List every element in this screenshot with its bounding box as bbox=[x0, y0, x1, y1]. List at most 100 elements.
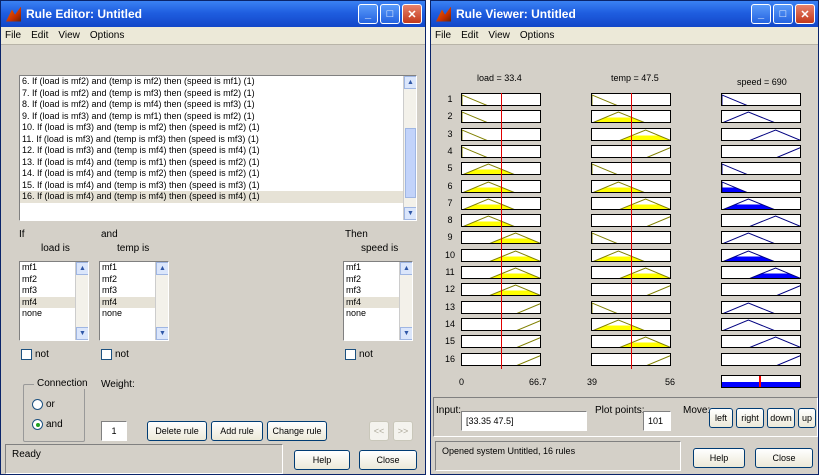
rule-item[interactable]: 10. If (load is mf3) and (temp is mf2) t… bbox=[20, 122, 416, 134]
or-radio[interactable]: or bbox=[32, 399, 55, 410]
matlab-icon bbox=[6, 6, 21, 22]
rule-item[interactable]: 9. If (load is mf3) and (temp is mf1) th… bbox=[20, 111, 416, 123]
rule-list-scrollbar[interactable]: ▲ ▼ bbox=[403, 76, 416, 220]
help-button[interactable]: Help bbox=[693, 448, 745, 468]
temp-axis-min: 39 bbox=[587, 377, 598, 387]
weight-input[interactable]: 1 bbox=[101, 421, 127, 441]
minimize-button[interactable]: _ bbox=[358, 4, 378, 24]
and-radio[interactable]: and bbox=[32, 419, 63, 430]
checkbox-icon bbox=[345, 349, 356, 360]
close-window-button[interactable]: ✕ bbox=[795, 4, 815, 24]
change-rule-button[interactable]: Change rule bbox=[267, 421, 327, 441]
rule-number: 14 bbox=[445, 318, 456, 329]
mf-curve bbox=[749, 215, 800, 227]
or-label: or bbox=[46, 399, 55, 410]
help-button[interactable]: Help bbox=[294, 450, 350, 470]
scroll-down-icon[interactable]: ▼ bbox=[400, 327, 412, 340]
rule-number: 11 bbox=[445, 267, 455, 277]
speed-mf-cell bbox=[721, 162, 801, 176]
rule-item[interactable]: 12. If (load is mf3) and (temp is mf4) t… bbox=[20, 145, 416, 157]
temp-mf-list[interactable]: mf1 mf2 mf3 mf4 none ▲ ▼ bbox=[99, 261, 169, 341]
rule-editor-titlebar[interactable]: Rule Editor: Untitled _ □ ✕ bbox=[1, 1, 425, 27]
firing-fill bbox=[722, 187, 746, 192]
rule-item[interactable]: 13. If (load is mf4) and (temp is mf1) t… bbox=[20, 157, 416, 169]
move-down-button[interactable]: down bbox=[767, 408, 795, 428]
scroll-up-icon[interactable]: ▲ bbox=[400, 262, 412, 275]
maximize-button[interactable]: □ bbox=[773, 4, 793, 24]
delete-rule-button[interactable]: Delete rule bbox=[147, 421, 207, 441]
load-not-checkbox[interactable]: not bbox=[21, 349, 49, 360]
menu-edit[interactable]: Edit bbox=[31, 30, 48, 41]
mf-curve bbox=[749, 129, 800, 140]
speed-mf-cell bbox=[721, 144, 801, 158]
scroll-thumb[interactable] bbox=[405, 128, 416, 198]
status-bar: Ready bbox=[5, 444, 283, 474]
mf-curve bbox=[516, 354, 540, 365]
scroll-down-icon[interactable]: ▼ bbox=[76, 327, 88, 340]
speed-not-checkbox[interactable]: not bbox=[345, 349, 373, 360]
previous-rule-button[interactable]: << bbox=[369, 421, 389, 441]
menu-file[interactable]: File bbox=[435, 30, 451, 41]
rule-lines: 6. If (load is mf2) and (temp is mf2) th… bbox=[20, 76, 416, 203]
temp-is-label: temp is bbox=[117, 243, 150, 254]
mf-curve bbox=[723, 302, 775, 313]
load-axis-min: 0 bbox=[459, 377, 465, 387]
menu-edit[interactable]: Edit bbox=[461, 30, 478, 41]
load-list-scrollbar[interactable]: ▲ ▼ bbox=[75, 262, 88, 340]
rule-item[interactable]: 14. If (load is mf4) and (temp is mf2) t… bbox=[20, 168, 416, 180]
rule-item[interactable]: 11. If (load is mf3) and (temp is mf3) t… bbox=[20, 134, 416, 146]
speed-output-indicator bbox=[759, 376, 761, 387]
plot-points-input[interactable]: 101 bbox=[643, 411, 671, 431]
input-field[interactable]: [33.35 47.5] bbox=[461, 411, 587, 431]
scroll-up-icon[interactable]: ▲ bbox=[404, 76, 416, 89]
next-rule-button[interactable]: >> bbox=[393, 421, 413, 441]
maximize-button[interactable]: □ bbox=[380, 4, 400, 24]
rule-viewer-titlebar[interactable]: Rule Viewer: Untitled _ □ ✕ bbox=[431, 1, 818, 27]
scroll-down-icon[interactable]: ▼ bbox=[404, 207, 416, 220]
scroll-up-icon[interactable]: ▲ bbox=[156, 262, 168, 275]
temp-input-line[interactable] bbox=[631, 93, 632, 369]
close-button[interactable]: Close bbox=[755, 448, 813, 468]
menu-options[interactable]: Options bbox=[520, 30, 554, 41]
rule-item[interactable]: 15. If (load is mf4) and (temp is mf3) t… bbox=[20, 180, 416, 192]
rule-item[interactable]: 6. If (load is mf2) and (temp is mf2) th… bbox=[20, 76, 416, 88]
speed-mf-cell bbox=[721, 266, 801, 279]
rule-number: 12 bbox=[445, 284, 456, 295]
mf-curve bbox=[516, 320, 540, 330]
not-label: not bbox=[359, 349, 373, 360]
minimize-button[interactable]: _ bbox=[751, 4, 771, 24]
mf-curve bbox=[723, 319, 775, 330]
speed-mf-cell-plot bbox=[776, 285, 800, 296]
close-window-button[interactable]: ✕ bbox=[402, 4, 422, 24]
temp-not-checkbox[interactable]: not bbox=[101, 349, 129, 360]
close-button[interactable]: Close bbox=[359, 450, 417, 470]
load-input-line[interactable] bbox=[501, 93, 503, 369]
speed-mf-cell-plot bbox=[723, 232, 775, 244]
scroll-down-icon[interactable]: ▼ bbox=[156, 327, 168, 340]
rule-item[interactable]: 7. If (load is mf2) and (temp is mf3) th… bbox=[20, 88, 416, 100]
load-mf-list[interactable]: mf1 mf2 mf3 mf4 none ▲ ▼ bbox=[19, 261, 89, 341]
menu-view[interactable]: View bbox=[58, 30, 80, 41]
menu-options[interactable]: Options bbox=[90, 30, 124, 41]
rule-item[interactable]: 16. If (load is mf4) and (temp is mf4) t… bbox=[20, 191, 416, 203]
menu-view[interactable]: View bbox=[488, 30, 510, 41]
temp-list-scrollbar[interactable]: ▲ ▼ bbox=[155, 262, 168, 340]
mf-curve bbox=[462, 129, 488, 140]
mf-curve bbox=[646, 216, 670, 227]
add-rule-button[interactable]: Add rule bbox=[211, 421, 263, 441]
speed-mf-cell bbox=[721, 93, 801, 106]
rule-list[interactable]: 6. If (load is mf2) and (temp is mf2) th… bbox=[19, 75, 417, 221]
firing-fill bbox=[750, 273, 800, 278]
matlab-icon bbox=[436, 6, 451, 22]
move-up-button[interactable]: up bbox=[798, 408, 816, 428]
speed-mf-cell bbox=[721, 283, 801, 297]
move-right-button[interactable]: right bbox=[736, 408, 764, 428]
speed-list-scrollbar[interactable]: ▲ ▼ bbox=[399, 262, 412, 340]
speed-mf-list[interactable]: mf1 mf2 mf3 mf4 none ▲ ▼ bbox=[343, 261, 413, 341]
rule-number: 9 bbox=[447, 232, 453, 243]
menu-file[interactable]: File bbox=[5, 30, 21, 41]
mf-curve bbox=[723, 232, 775, 244]
rule-item[interactable]: 8. If (load is mf2) and (temp is mf4) th… bbox=[20, 99, 416, 111]
move-left-button[interactable]: left bbox=[709, 408, 733, 428]
scroll-up-icon[interactable]: ▲ bbox=[76, 262, 88, 275]
